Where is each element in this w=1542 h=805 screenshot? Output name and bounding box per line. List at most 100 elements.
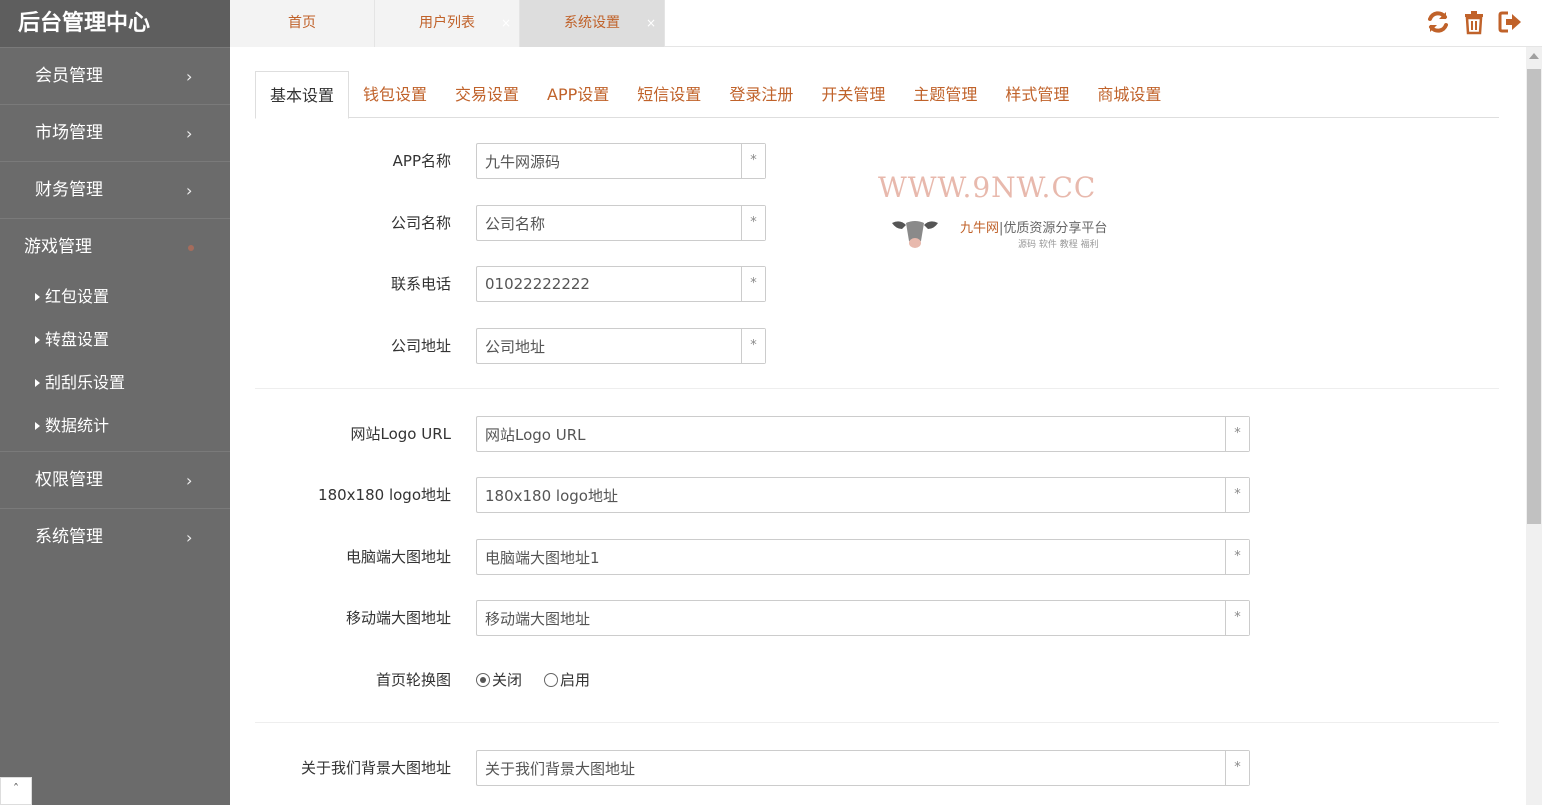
subitem-label: 刮刮乐设置 <box>45 373 126 392</box>
address-input[interactable] <box>477 329 741 363</box>
section-divider <box>255 388 1499 389</box>
subitem-label: 数据统计 <box>45 416 110 435</box>
expanded-dot-icon <box>188 245 194 251</box>
tab-user-list[interactable]: 用户列表 × <box>375 0 520 47</box>
logout-icon[interactable] <box>1496 8 1524 36</box>
scrollbar-thumb[interactable] <box>1527 69 1541 524</box>
subitem-label: 红包设置 <box>45 287 110 306</box>
about-bg-field: * <box>476 750 1250 786</box>
field-label: 180x180 logo地址 <box>318 486 451 504</box>
phone-input[interactable] <box>477 267 741 301</box>
logo-180-input[interactable] <box>477 478 1225 512</box>
form-row-logo-url: 网站Logo URL * <box>230 416 1526 452</box>
tab-style-management[interactable]: 样式管理 <box>991 71 1083 118</box>
logo-180-field: * <box>476 477 1250 513</box>
form-row-logo-180: 180x180 logo地址 * <box>230 477 1526 513</box>
topbar: 首页 用户列表 × 系统设置 × <box>230 0 1542 47</box>
sidebar-item-permissions[interactable]: 权限管理 › <box>0 451 230 508</box>
sidebar-item-market[interactable]: 市场管理 › <box>0 104 230 161</box>
cow-logo-icon <box>892 221 938 248</box>
required-mark: * <box>1225 417 1249 451</box>
tab-login-register[interactable]: 登录注册 <box>715 71 807 118</box>
watermark: WWW.9NW.CC 九牛网|优质资源分享平台 源码 软件 教程 福利 <box>870 167 1130 257</box>
required-mark: * <box>741 329 765 363</box>
sidebar-item-games[interactable]: 游戏管理 <box>0 218 230 275</box>
games-submenu: 红包设置 转盘设置 刮刮乐设置 数据统计 <box>0 275 230 451</box>
tab-label: 首页 <box>288 15 316 31</box>
required-mark: * <box>741 144 765 178</box>
watermark-brand: 九牛网 <box>960 221 1000 236</box>
form-row-pc-banner: 电脑端大图地址 * <box>230 539 1526 575</box>
field-label: 移动端大图地址 <box>345 609 451 627</box>
tab-mall-settings[interactable]: 商城设置 <box>1083 71 1175 118</box>
required-mark: * <box>1225 540 1249 574</box>
about-bg-input[interactable] <box>477 751 1225 785</box>
form-row-about-bg: 关于我们背景大图地址 * <box>230 750 1526 786</box>
sidebar-item-label: 会员管理 <box>35 66 103 86</box>
address-field: * <box>476 328 766 364</box>
trash-icon[interactable] <box>1460 8 1488 36</box>
scroll-up-arrow-icon[interactable] <box>1529 53 1539 59</box>
logo-url-input[interactable] <box>477 417 1225 451</box>
app-name-input[interactable] <box>477 144 741 178</box>
sidebar-item-finance[interactable]: 财务管理 › <box>0 161 230 218</box>
required-mark: * <box>741 206 765 240</box>
close-icon[interactable]: × <box>646 0 656 47</box>
caret-right-icon <box>35 379 40 387</box>
tab-system-settings[interactable]: 系统设置 × <box>520 0 665 47</box>
required-mark: * <box>741 267 765 301</box>
tab-switch-management[interactable]: 开关管理 <box>807 71 899 118</box>
sidebar-item-label: 系统管理 <box>35 527 103 547</box>
settings-tabs: 基本设置 钱包设置 交易设置 APP设置 短信设置 登录注册 开关管理 主题管理… <box>255 71 1499 119</box>
subitem-red-packet[interactable]: 红包设置 <box>0 275 230 318</box>
company-name-field: * <box>476 205 766 241</box>
carousel-off-radio[interactable]: 关闭 <box>476 662 522 698</box>
sidebar-item-label: 市场管理 <box>35 123 103 143</box>
refresh-icon[interactable] <box>1424 8 1452 36</box>
carousel-radio-group: 关闭 启用 <box>476 662 590 698</box>
required-mark: * <box>1225 601 1249 635</box>
scroll-top-button[interactable]: ˆ <box>0 777 32 805</box>
vertical-scrollbar[interactable] <box>1526 47 1542 805</box>
chevron-right-icon: › <box>186 528 193 547</box>
chevron-right-icon: › <box>186 471 193 490</box>
sidebar: 后台管理中心 会员管理 › 市场管理 › 财务管理 › 游戏管理 红包设置 转盘… <box>0 0 230 805</box>
pc-banner-input[interactable] <box>477 540 1225 574</box>
app-name-field: * <box>476 143 766 179</box>
tab-trade-settings[interactable]: 交易设置 <box>441 71 533 118</box>
form-row-address: 公司地址 * <box>230 328 1526 364</box>
required-mark: * <box>1225 478 1249 512</box>
company-name-input[interactable] <box>477 206 741 240</box>
toolbar <box>1424 8 1524 36</box>
sidebar-item-label: 财务管理 <box>35 180 103 200</box>
chevron-right-icon: › <box>186 124 193 143</box>
tab-theme-management[interactable]: 主题管理 <box>899 71 991 118</box>
sidebar-item-label: 权限管理 <box>35 470 103 490</box>
subitem-wheel[interactable]: 转盘设置 <box>0 318 230 361</box>
tab-wallet-settings[interactable]: 钱包设置 <box>349 71 441 118</box>
tab-basic-settings[interactable]: 基本设置 <box>255 71 350 119</box>
tab-home[interactable]: 首页 <box>230 0 375 47</box>
field-label: 电脑端大图地址 <box>345 548 451 566</box>
caret-right-icon <box>35 336 40 344</box>
tab-app-settings[interactable]: APP设置 <box>533 71 623 118</box>
watermark-tagline: 九牛网|优质资源分享平台 <box>960 217 1107 236</box>
sidebar-item-members[interactable]: 会员管理 › <box>0 47 230 104</box>
mobile-banner-field: * <box>476 600 1250 636</box>
field-label: 首页轮换图 <box>375 671 451 689</box>
watermark-url: WWW.9NW.CC <box>878 171 1097 204</box>
subitem-label: 转盘设置 <box>45 330 110 349</box>
form-row-carousel: 首页轮换图 关闭 启用 <box>230 662 1526 698</box>
sidebar-item-system[interactable]: 系统管理 › <box>0 508 230 565</box>
field-label: 公司地址 <box>390 337 451 355</box>
subitem-scratch[interactable]: 刮刮乐设置 <box>0 361 230 404</box>
mobile-banner-input[interactable] <box>477 601 1225 635</box>
watermark-subline: 源码 软件 教程 福利 <box>1018 240 1099 250</box>
close-icon[interactable]: × <box>501 0 511 47</box>
subitem-stats[interactable]: 数据统计 <box>0 404 230 447</box>
radio-label: 关闭 <box>492 671 523 689</box>
carousel-on-radio[interactable]: 启用 <box>544 662 590 698</box>
tab-sms-settings[interactable]: 短信设置 <box>623 71 715 118</box>
chevron-right-icon: › <box>186 67 193 86</box>
logo-url-field: * <box>476 416 1250 452</box>
